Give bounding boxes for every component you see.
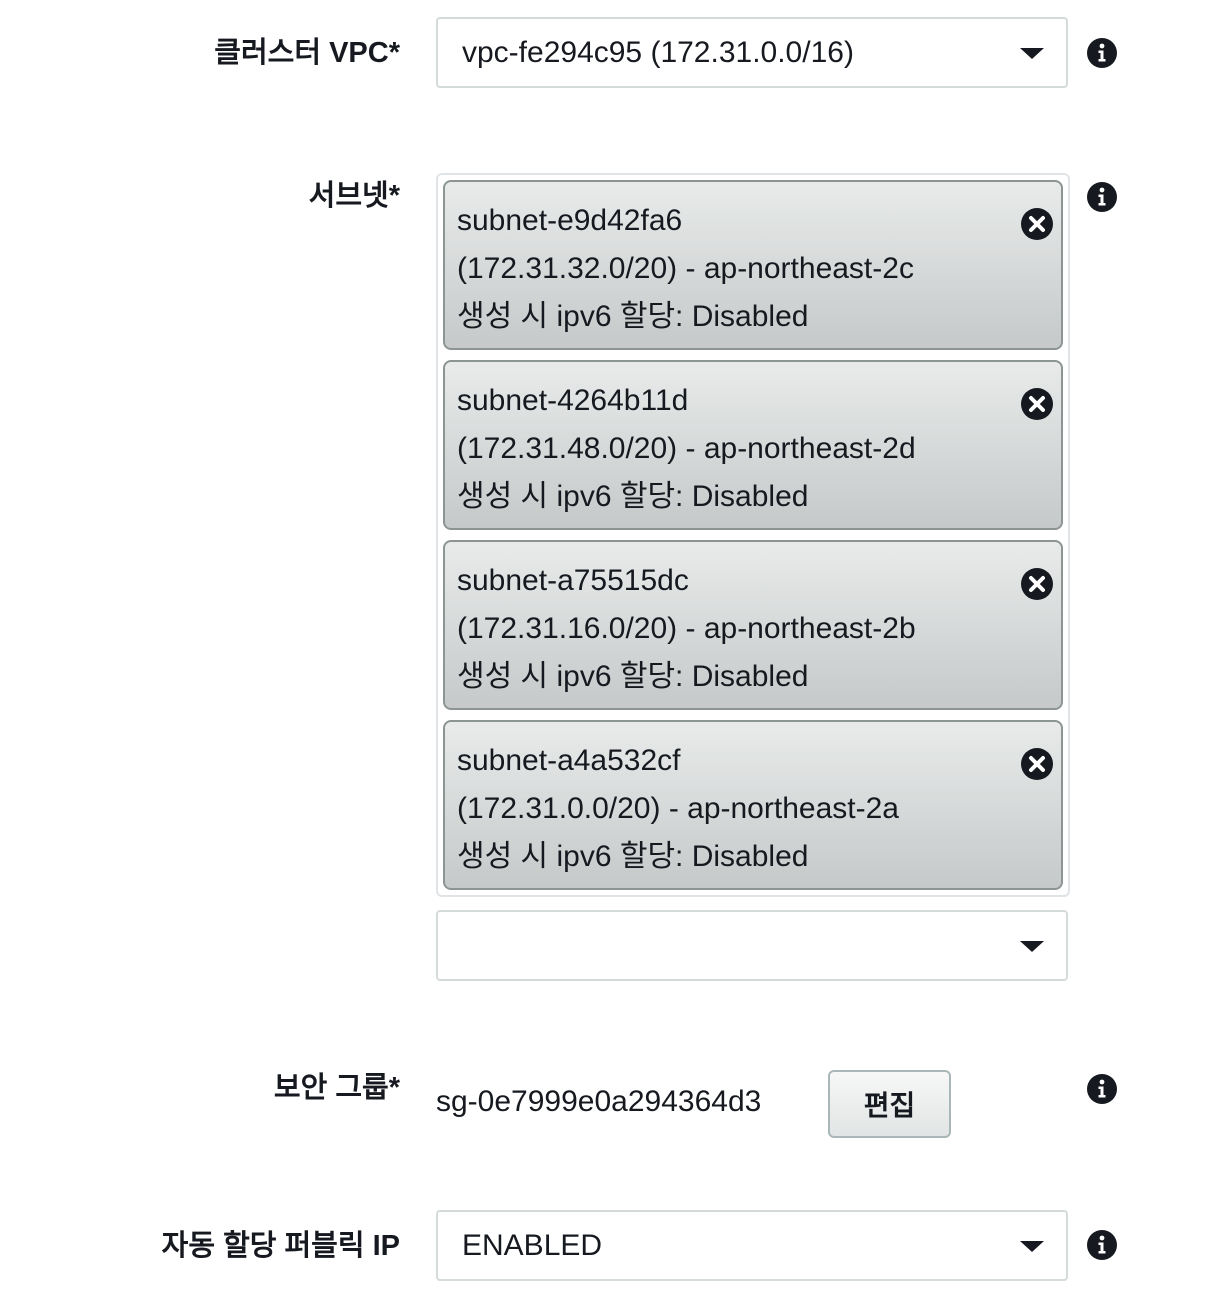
subnet-cidr-zone: (172.31.0.0/20) - ap-northeast-2a: [457, 792, 899, 825]
edit-security-group-button[interactable]: 편집: [828, 1070, 951, 1138]
subnet-token: subnet-a4a532cf (172.31.0.0/20) - ap-nor…: [443, 720, 1063, 890]
cluster-vpc-value: vpc-fe294c95 (172.31.0.0/16): [462, 35, 854, 69]
caret-down-icon: [1020, 940, 1044, 952]
subnet-id: subnet-a75515dc: [457, 564, 689, 597]
subnet-add-select[interactable]: [436, 910, 1068, 981]
auto-public-ip-label: 자동 할당 퍼블릭 IP: [161, 1230, 400, 1262]
auto-public-ip-select[interactable]: ENABLED: [436, 1210, 1068, 1281]
info-icon[interactable]: [1086, 181, 1118, 213]
subnet-token: subnet-a75515dc (172.31.16.0/20) - ap-no…: [443, 540, 1063, 710]
caret-down-icon: [1020, 1240, 1044, 1252]
subnet-id: subnet-a4a532cf: [457, 744, 681, 777]
subnet-token: subnet-e9d42fa6 (172.31.32.0/20) - ap-no…: [443, 180, 1063, 350]
subnet-cidr-zone: (172.31.48.0/20) - ap-northeast-2d: [457, 432, 916, 465]
close-circle-icon[interactable]: [1020, 207, 1054, 241]
subnet-cidr-zone: (172.31.32.0/20) - ap-northeast-2c: [457, 252, 914, 285]
subnet-ipv6: 생성 시 ipv6 할당: Disabled: [457, 840, 809, 873]
close-circle-icon[interactable]: [1020, 387, 1054, 421]
auto-public-ip-value: ENABLED: [462, 1228, 603, 1262]
info-icon[interactable]: [1086, 1073, 1118, 1105]
caret-down-icon: [1020, 47, 1044, 59]
subnet-id: subnet-e9d42fa6: [457, 204, 683, 237]
subnet-ipv6: 생성 시 ipv6 할당: Disabled: [457, 300, 809, 333]
subnet-cidr-zone: (172.31.16.0/20) - ap-northeast-2b: [457, 612, 916, 645]
info-icon[interactable]: [1086, 37, 1118, 69]
subnet-ipv6: 생성 시 ipv6 할당: Disabled: [457, 480, 809, 513]
close-circle-icon[interactable]: [1020, 747, 1054, 781]
security-group-label: 보안 그룹*: [273, 1072, 400, 1104]
subnet-id: subnet-4264b11d: [457, 384, 689, 417]
security-group-value: sg-0e7999e0a294364d3: [436, 1085, 762, 1118]
subnets-label: 서브넷*: [308, 180, 400, 212]
cluster-vpc-select[interactable]: vpc-fe294c95 (172.31.0.0/16): [436, 17, 1068, 88]
subnet-ipv6: 생성 시 ipv6 할당: Disabled: [457, 660, 809, 693]
close-circle-icon[interactable]: [1020, 567, 1054, 601]
cluster-vpc-label: 클러스터 VPC*: [214, 37, 400, 69]
subnet-token: subnet-4264b11d (172.31.48.0/20) - ap-no…: [443, 360, 1063, 530]
info-icon[interactable]: [1086, 1229, 1118, 1261]
subnet-multiselect: subnet-e9d42fa6 (172.31.32.0/20) - ap-no…: [436, 173, 1070, 897]
